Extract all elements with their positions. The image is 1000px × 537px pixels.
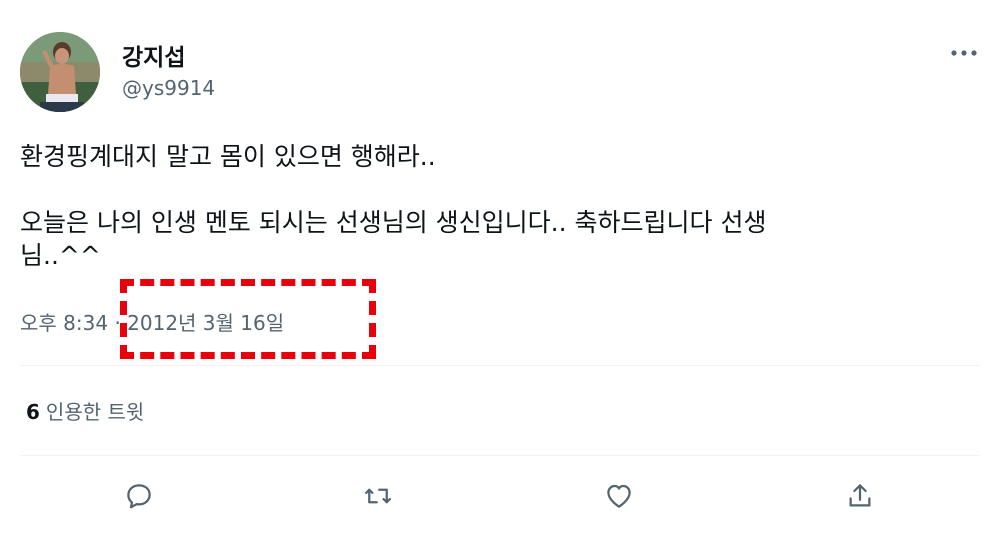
divider <box>20 455 980 456</box>
tweet-time: 오후 8:34 <box>20 311 109 335</box>
reply-icon <box>127 484 151 509</box>
reply-button[interactable] <box>121 478 157 514</box>
like-icon <box>607 484 631 508</box>
highlight-annotation-box <box>120 279 376 359</box>
avatar-image <box>20 32 100 112</box>
display-name[interactable]: 강지섭 <box>122 38 185 72</box>
retweet-button[interactable] <box>360 478 396 514</box>
user-handle[interactable]: @ys9914 <box>122 76 215 100</box>
like-button[interactable] <box>601 478 637 514</box>
retweet-icon <box>365 488 391 504</box>
divider <box>20 365 980 366</box>
quote-tweets-link[interactable]: 6 인용한 트윗 <box>26 396 144 425</box>
share-button[interactable] <box>842 478 878 514</box>
quote-count-label: 인용한 트윗 <box>45 400 145 424</box>
quote-count-value: 6 <box>26 400 40 424</box>
more-button[interactable] <box>944 38 984 68</box>
more-icon <box>951 50 977 56</box>
share-icon <box>849 484 871 507</box>
tweet-text: 환경핑계대지 말고 몸이 있으면 행해라.. 오늘은 나의 인생 멘토 되시는 … <box>20 142 767 270</box>
avatar[interactable] <box>20 32 100 112</box>
tweet-container: 강지섭 @ys9914 환경핑계대지 말고 몸이 있으면 행해라.. 오늘은 나… <box>0 0 1000 537</box>
